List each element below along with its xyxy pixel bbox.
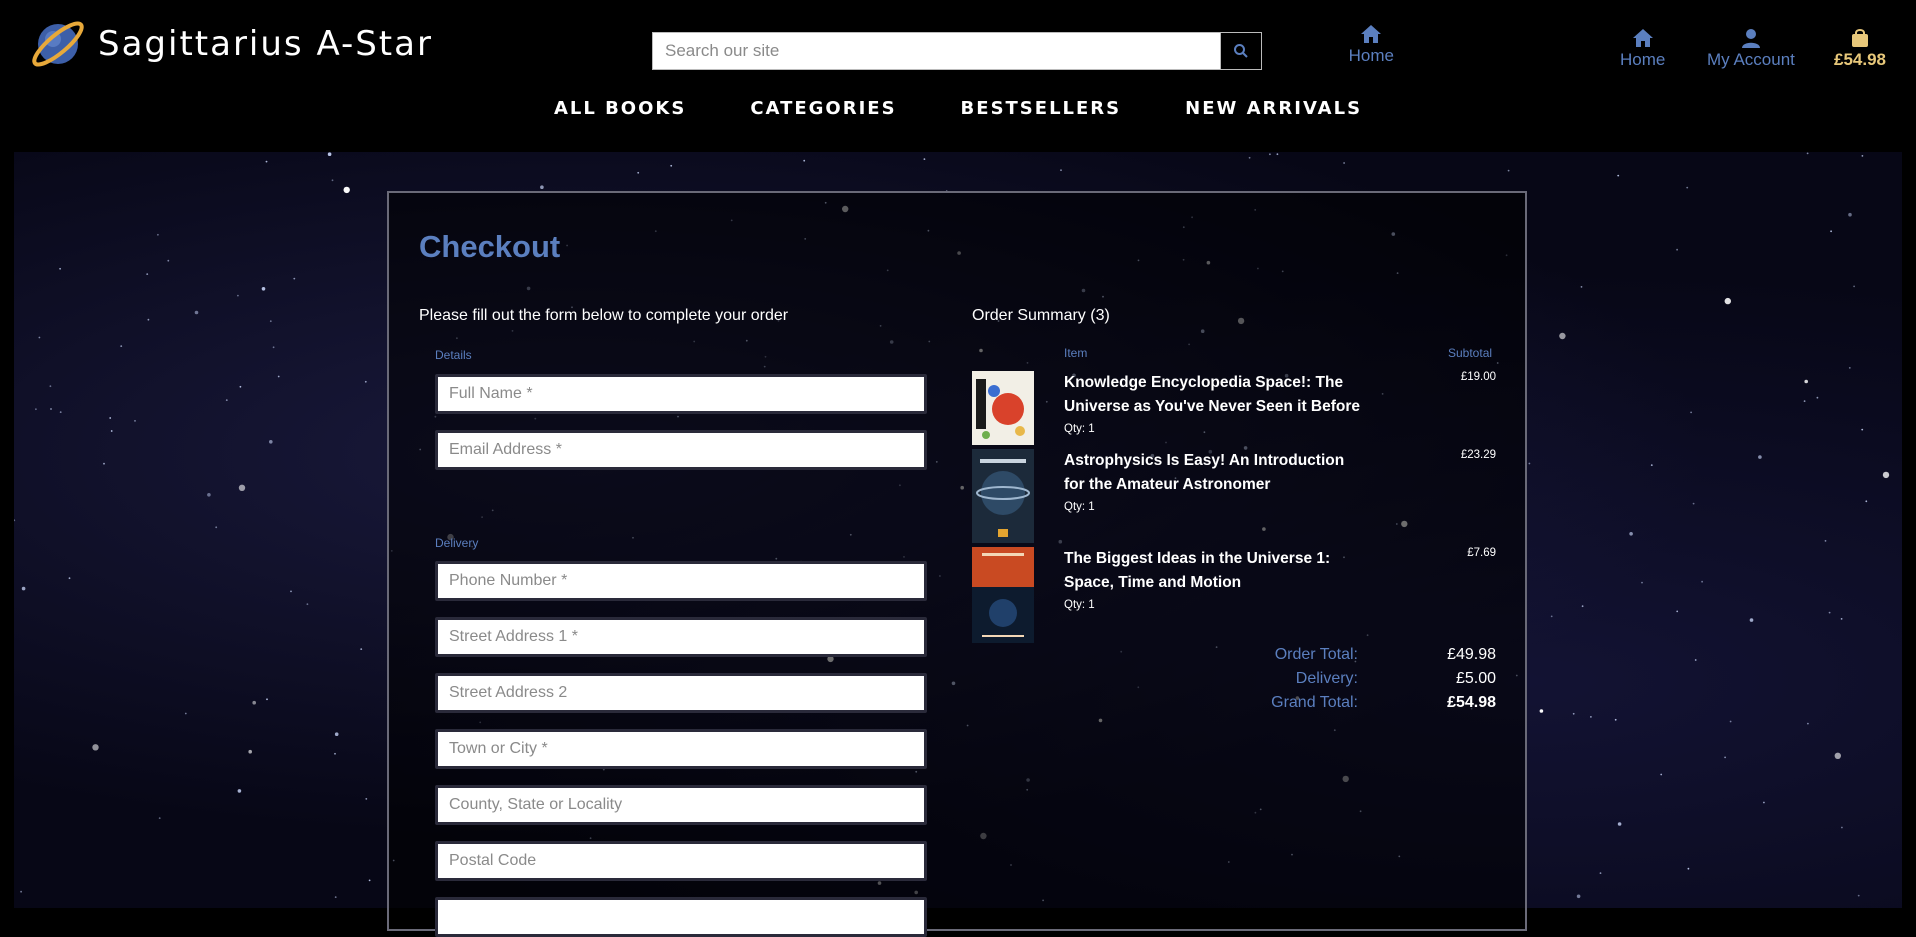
- home-icon: [1632, 29, 1653, 47]
- book-cover-astrophysics-image[interactable]: [972, 449, 1034, 543]
- email-field: [435, 430, 927, 470]
- search-icon: [1234, 44, 1248, 58]
- order-total-label: Order Total:: [1274, 646, 1358, 663]
- street-address-1-input[interactable]: [438, 620, 924, 654]
- delivery-section-label: Delivery: [435, 536, 479, 550]
- country-field[interactable]: [435, 897, 927, 937]
- phone-field: [435, 561, 927, 601]
- postal-code-input[interactable]: [438, 844, 924, 878]
- phone-input[interactable]: [438, 564, 924, 598]
- item-subtotal: £23.29: [1460, 449, 1496, 461]
- checkout-intro: Please fill out the form below to comple…: [419, 307, 789, 324]
- home-nav[interactable]: Home: [1620, 28, 1665, 70]
- planet-logo-icon: [32, 21, 84, 67]
- delivery-value: £5.00: [1455, 670, 1496, 687]
- cart-nav[interactable]: £54.98: [1834, 28, 1886, 70]
- home-link[interactable]: Home: [1349, 24, 1394, 66]
- shopping-bag-icon: [1852, 29, 1868, 47]
- grand-total-value: £54.98: [1447, 694, 1496, 711]
- main-navigation: ALL BOOKS CATEGORIES BESTSELLERS NEW ARR…: [0, 98, 1916, 119]
- site-search: [652, 32, 1262, 70]
- details-section-label: Details: [435, 348, 472, 362]
- delivery-row: Delivery: £5.00: [1196, 670, 1496, 694]
- delivery-label: Delivery:: [1295, 670, 1358, 687]
- email-input[interactable]: [438, 433, 924, 467]
- item-title[interactable]: Knowledge Encyclopedia Space!: The Unive…: [1064, 371, 1364, 419]
- order-total-row: Order Total: £49.98: [1196, 646, 1496, 670]
- item-qty: Qty: 1: [1064, 599, 1095, 611]
- item-column-header: Item: [1064, 346, 1088, 360]
- item-title[interactable]: Astrophysics Is Easy! An Introduction fo…: [1064, 449, 1364, 497]
- brand-name: Sagittarius A-Star: [98, 24, 433, 64]
- cart-total: £54.98: [1834, 50, 1886, 69]
- order-total-value: £49.98: [1447, 646, 1496, 663]
- my-account-label: My Account: [1707, 50, 1795, 69]
- item-subtotal: £19.00: [1460, 371, 1496, 383]
- street-address-2-field: [435, 673, 927, 713]
- town-city-input[interactable]: [438, 732, 924, 766]
- full-name-input[interactable]: [438, 377, 924, 411]
- postal-code-field: [435, 841, 927, 881]
- item-title[interactable]: The Biggest Ideas in the Universe 1: Spa…: [1064, 547, 1364, 595]
- page-title: Checkout: [419, 229, 561, 264]
- town-city-field: [435, 729, 927, 769]
- nav-new-arrivals[interactable]: NEW ARRIVALS: [1153, 98, 1394, 119]
- order-summary-title: Order Summary (3): [972, 307, 1110, 324]
- user-icon: [1741, 29, 1760, 48]
- item-subtotal: £7.69: [1467, 547, 1496, 559]
- brand-logo[interactable]: Sagittarius A-Star: [28, 14, 433, 74]
- county-input[interactable]: [438, 788, 924, 822]
- grand-total-row: Grand Total: £54.98: [1196, 694, 1496, 718]
- item-qty: Qty: 1: [1064, 501, 1095, 513]
- full-name-field: [435, 374, 927, 414]
- order-item: Astrophysics Is Easy! An Introduction fo…: [972, 449, 1496, 543]
- site-header: Sagittarius A-Star Home: [0, 0, 1916, 150]
- order-item: The Biggest Ideas in the Universe 1: Spa…: [972, 547, 1496, 643]
- nav-bestsellers[interactable]: BESTSELLERS: [929, 98, 1154, 119]
- search-input[interactable]: [653, 33, 1220, 69]
- search-button[interactable]: [1220, 33, 1261, 69]
- nav-categories[interactable]: CATEGORIES: [718, 98, 928, 119]
- street-address-1-field: [435, 617, 927, 657]
- my-account-nav[interactable]: My Account: [1707, 28, 1795, 70]
- checkout-panel: Checkout Please fill out the form below …: [387, 191, 1527, 937]
- grand-total-label: Grand Total:: [1271, 694, 1358, 711]
- book-cover-biggest-ideas-image[interactable]: [972, 547, 1034, 643]
- street-address-2-input[interactable]: [438, 676, 924, 710]
- book-cover-space-image[interactable]: [972, 371, 1034, 445]
- order-item: Knowledge Encyclopedia Space!: The Unive…: [972, 371, 1496, 449]
- item-qty: Qty: 1: [1064, 423, 1095, 435]
- nav-all-books[interactable]: ALL BOOKS: [522, 98, 718, 119]
- home-label: Home: [1620, 50, 1666, 69]
- county-field: [435, 785, 927, 825]
- home-icon: [1361, 25, 1382, 43]
- home-label: Home: [1348, 46, 1394, 65]
- subtotal-column-header: Subtotal: [1448, 346, 1493, 360]
